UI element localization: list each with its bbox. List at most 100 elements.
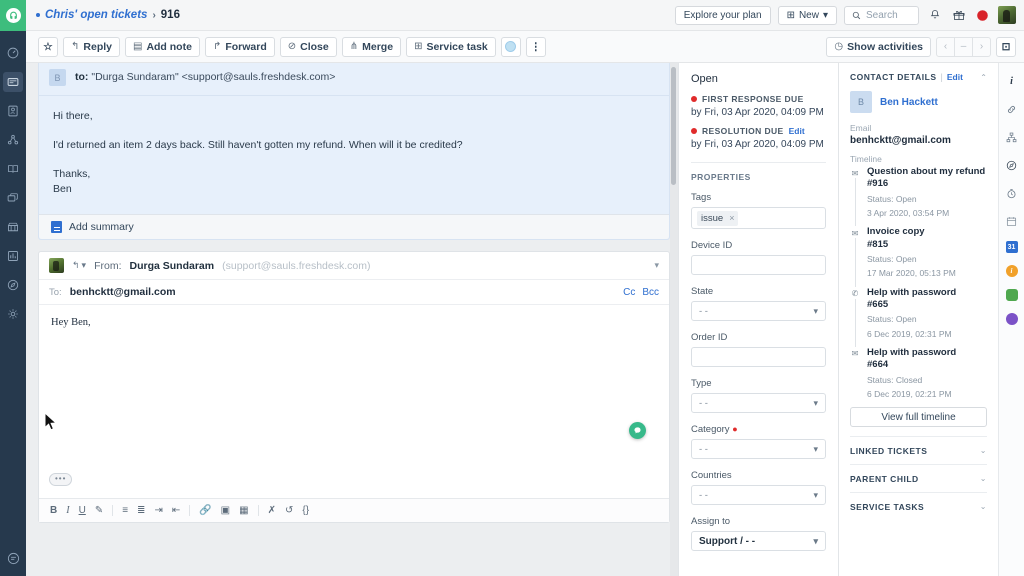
cc-link[interactable]: Cc: [623, 287, 635, 298]
collapse-chat-icon[interactable]: [3, 548, 23, 568]
show-quoted-text-button[interactable]: •••: [49, 473, 73, 486]
add-note-button[interactable]: ▤ Add note: [124, 36, 200, 57]
translate-button[interactable]: [500, 36, 521, 57]
bell-icon[interactable]: [926, 7, 943, 24]
service-tasks-accordion[interactable]: SERVICE TASKS ⌄: [850, 492, 987, 520]
purple-app-icon[interactable]: [1005, 313, 1018, 325]
list-item[interactable]: ✉ Help with password #664 Status: Closed…: [850, 347, 987, 400]
from-chevron-down-icon[interactable]: ▾: [654, 260, 659, 271]
add-summary-row[interactable]: Add summary: [39, 214, 669, 239]
freshdesk-ticket-window: Chris' open tickets › 916 Explore your p…: [0, 0, 1024, 576]
green-app-icon[interactable]: [1005, 289, 1018, 301]
pager-prev[interactable]: ‹: [936, 36, 955, 57]
scrollbar-thumb[interactable]: [671, 67, 676, 185]
close-button[interactable]: ⊘ Close: [279, 36, 337, 57]
hierarchy-icon[interactable]: [1004, 129, 1020, 145]
contact-name-link[interactable]: Ben Hackett: [880, 97, 938, 108]
timeline-subject: Help with password: [867, 286, 957, 298]
remove-tag-icon[interactable]: ×: [729, 213, 734, 223]
sidebar-item-contacts[interactable]: [3, 101, 23, 121]
link-icon[interactable]: 🔗: [199, 505, 211, 516]
message-line-3: Thanks,: [53, 167, 91, 180]
outdent-icon[interactable]: ⇤: [172, 505, 180, 516]
align-left-icon[interactable]: ≡: [122, 505, 128, 516]
tags-input[interactable]: issue ×: [691, 207, 826, 229]
conversation-scrollbar[interactable]: [670, 63, 678, 576]
sidebar-item-forums[interactable]: [3, 188, 23, 208]
type-select[interactable]: - -: [691, 393, 826, 413]
sidebar-item-dashboard[interactable]: [3, 43, 23, 63]
indent-icon[interactable]: ⇥: [154, 505, 162, 516]
star-button[interactable]: ☆: [38, 36, 58, 57]
list-item[interactable]: ✉ Question about my refund #916 Status: …: [850, 166, 987, 227]
new-button[interactable]: ⊞ New ▾: [777, 5, 837, 25]
sidebar-item-solutions[interactable]: [3, 159, 23, 179]
reply-type-selector[interactable]: ↰ ▾: [72, 260, 86, 271]
underline-icon[interactable]: U: [79, 505, 86, 516]
italic-icon[interactable]: I: [66, 505, 69, 516]
forward-button[interactable]: ↱ Forward: [204, 36, 275, 57]
state-select[interactable]: - -: [691, 301, 826, 321]
image-icon[interactable]: ▣: [221, 505, 230, 516]
contact-edit-link[interactable]: Edit: [947, 72, 963, 82]
service-task-button[interactable]: ⊞ Service task: [406, 36, 496, 57]
explore-plan-button[interactable]: Explore your plan: [674, 5, 771, 25]
category-label-text: Category: [691, 424, 730, 435]
list-item[interactable]: ✆ Help with password #665 Status: Open 6…: [850, 287, 987, 347]
category-select[interactable]: - -: [691, 439, 826, 459]
pager-next[interactable]: ›: [972, 36, 991, 57]
ticket-pager: ‹ – ›: [936, 36, 991, 57]
sidebar-item-tickets[interactable]: [3, 72, 23, 92]
sidebar-item-admin[interactable]: [3, 304, 23, 324]
info-icon[interactable]: i: [1004, 73, 1020, 89]
app-logo[interactable]: [0, 0, 26, 31]
calendar-app-icon[interactable]: 31: [1005, 241, 1018, 253]
orange-app-icon[interactable]: i: [1005, 265, 1018, 277]
undo-icon[interactable]: ↺: [285, 505, 293, 516]
merge-button[interactable]: ⋔ Merge: [341, 36, 402, 57]
search-input[interactable]: Search: [844, 5, 919, 25]
list-item[interactable]: ✉ Invoice copy #815 Status: Open 17 Mar …: [850, 226, 987, 287]
clear-format-icon[interactable]: ✗: [268, 505, 276, 516]
moon-icon[interactable]: [974, 7, 991, 24]
envelope-icon: ✉: [850, 168, 860, 178]
bcc-link[interactable]: Bcc: [642, 287, 659, 298]
code-icon[interactable]: {}: [302, 505, 309, 516]
show-activities-button[interactable]: ◷ Show activities: [826, 36, 931, 57]
parent-child-accordion[interactable]: PARENT CHILD ⌄: [850, 464, 987, 492]
more-actions-button[interactable]: ⋮: [525, 36, 546, 57]
sidebar-item-social[interactable]: [3, 130, 23, 150]
align-center-icon[interactable]: ≣: [137, 505, 145, 516]
gift-icon[interactable]: [950, 7, 967, 24]
timeline-connector: [855, 298, 856, 347]
sidebar-item-discover[interactable]: [3, 275, 23, 295]
expand-button[interactable]: ⊡: [996, 36, 1016, 57]
sidebar-item-reports[interactable]: [3, 246, 23, 266]
countries-select[interactable]: - -: [691, 485, 826, 505]
view-full-timeline-button[interactable]: View full timeline: [850, 407, 987, 428]
table-icon[interactable]: ▦: [239, 505, 248, 516]
order-id-input[interactable]: [691, 347, 826, 367]
link-icon[interactable]: [1004, 101, 1020, 117]
reply-button[interactable]: ↰ Reply: [63, 36, 120, 57]
timeline-entry-body: Help with password #665 Status: Open 6 D…: [867, 287, 956, 340]
compass-icon[interactable]: [1004, 157, 1020, 173]
sidebar-item-automations[interactable]: [3, 217, 23, 237]
chevron-up-icon[interactable]: ⌃: [980, 73, 987, 82]
new-plus-icon: ⊞: [786, 9, 795, 21]
linked-tickets-accordion[interactable]: LINKED TICKETS ⌄: [850, 436, 987, 464]
close-label: Close: [300, 40, 329, 53]
device-id-input[interactable]: [691, 255, 826, 275]
reply-body-editor[interactable]: Hey Ben,: [39, 305, 669, 498]
chat-bubble-icon[interactable]: [629, 422, 646, 439]
bold-icon[interactable]: B: [50, 505, 57, 516]
to-field[interactable]: benhcktt@gmail.com: [70, 286, 176, 298]
highlight-icon[interactable]: ✎: [95, 505, 103, 516]
breadcrumb-parent-link[interactable]: Chris' open tickets: [45, 9, 147, 21]
user-avatar[interactable]: [998, 6, 1016, 24]
resolution-due-edit-link[interactable]: Edit: [789, 126, 805, 136]
assign-to-select[interactable]: Support / - -: [691, 531, 826, 551]
timer-icon[interactable]: [1004, 185, 1020, 201]
calendar-icon[interactable]: [1004, 213, 1020, 229]
chevron-down-icon: ⌄: [979, 502, 987, 512]
